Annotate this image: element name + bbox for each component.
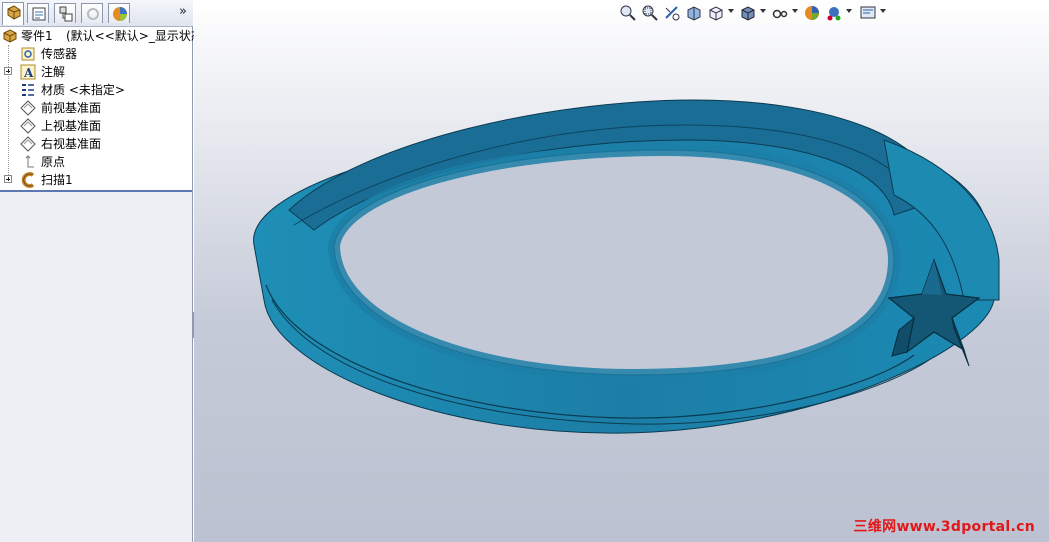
feature-manager-tab[interactable] — [2, 2, 24, 25]
part-icon — [2, 28, 18, 44]
sweep-icon — [20, 172, 36, 188]
panel-tab-strip: » — [0, 0, 193, 27]
tree-root-state: (默认<<默认>_显示状态 — [66, 29, 203, 43]
origin-icon — [20, 154, 36, 170]
tree-item-top-plane[interactable]: 上视基准面 — [0, 117, 192, 135]
tree-item-material[interactable]: 材质 <未指定> — [0, 81, 192, 99]
display-manager-tab[interactable] — [108, 3, 130, 23]
tree-item-label: 右视基准面 — [41, 137, 102, 151]
watermark-text: 三维网www.3dportal.cn — [853, 519, 1035, 535]
plane-icon — [20, 136, 36, 152]
tree-item-sensors[interactable]: 传感器 — [0, 45, 192, 63]
tree-divider — [0, 190, 192, 192]
annotation-icon: A — [20, 64, 36, 80]
dim-xpert-tab[interactable] — [81, 3, 103, 23]
tree-item-label: 传感器 — [41, 47, 78, 61]
expand-panel-button[interactable]: » — [179, 4, 187, 19]
tree-item-label: 注解 — [41, 65, 66, 79]
svg-text:A: A — [23, 66, 34, 80]
tree-item-label: 前视基准面 — [41, 101, 102, 115]
plane-icon — [20, 100, 36, 116]
tree-item-right-plane[interactable]: 右视基准面 — [0, 135, 192, 153]
tree-item-label: 材质 <未指定> — [41, 83, 125, 97]
feature-manager-panel: » 零件1 (默认<<默认>_显示状态 传感器 A 注解 材质 <未指定> 前视… — [0, 0, 203, 542]
sensor-icon — [20, 46, 36, 62]
tree-root[interactable]: 零件1 (默认<<默认>_显示状态 — [0, 27, 203, 45]
graphics-area[interactable]: 三维网www.3dportal.cn — [194, 0, 1049, 542]
sweep-ring-model[interactable] — [194, 0, 1049, 542]
tree-item-annotations[interactable]: A 注解 — [0, 63, 192, 81]
expand-icon[interactable] — [4, 175, 12, 183]
tree-item-sweep[interactable]: 扫描1 — [0, 171, 192, 189]
tree-item-label: 上视基准面 — [41, 119, 102, 133]
tree-root-label: 零件1 — [21, 29, 53, 43]
property-manager-tab[interactable] — [27, 3, 49, 23]
tree-item-front-plane[interactable]: 前视基准面 — [0, 99, 192, 117]
configuration-manager-tab[interactable] — [54, 3, 76, 23]
material-icon — [20, 82, 36, 98]
expand-icon[interactable] — [4, 67, 12, 75]
plane-icon — [20, 118, 36, 134]
tree-item-origin[interactable]: 原点 — [0, 153, 192, 171]
feature-tree: 零件1 (默认<<默认>_显示状态 传感器 A 注解 材质 <未指定> 前视基准… — [0, 27, 203, 191]
tree-item-label: 扫描1 — [41, 173, 73, 187]
tree-item-label: 原点 — [41, 155, 66, 169]
